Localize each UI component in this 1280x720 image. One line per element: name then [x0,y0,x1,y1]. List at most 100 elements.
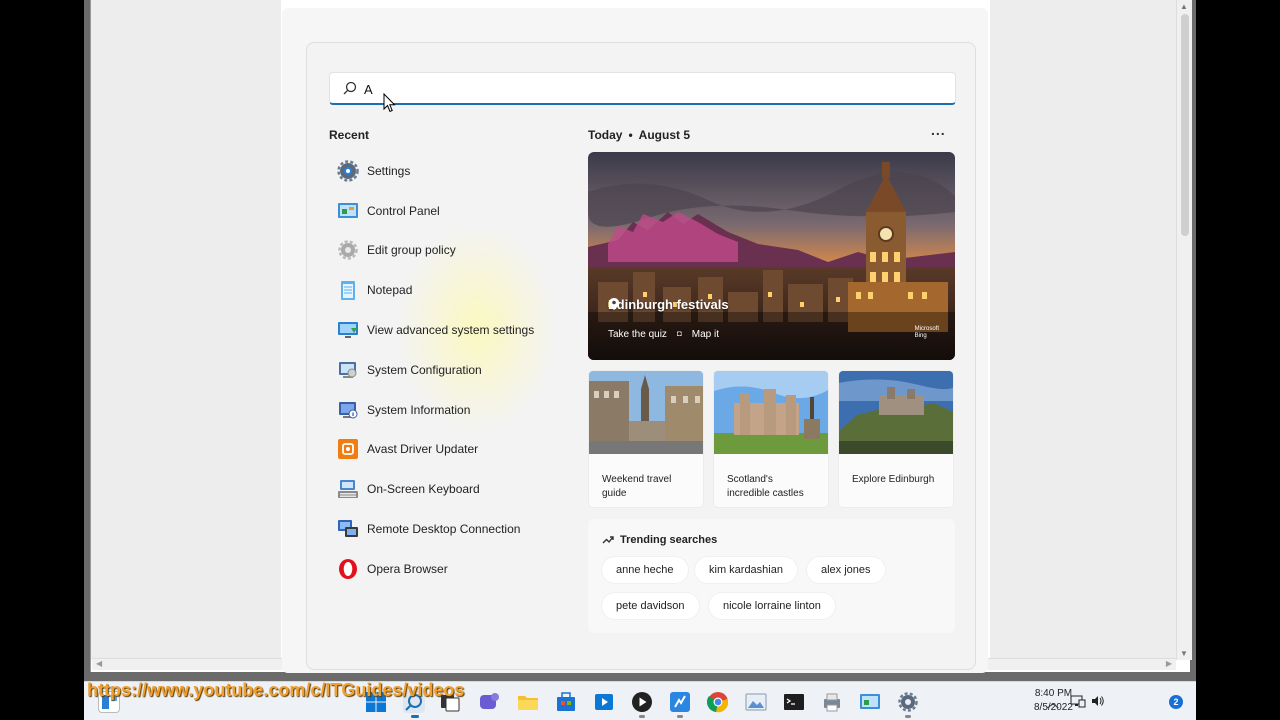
trending-chip[interactable]: pete davidson [602,593,699,619]
story-cards: Weekend travel guide Scotland's incredib… [588,370,955,508]
volume-icon[interactable] [1091,694,1105,711]
printer-icon[interactable] [821,691,843,713]
edinburgh-castle-image [839,371,953,454]
clock-date: 8/5/2022 [1034,702,1073,713]
background-window-right-area [990,0,1190,660]
recent-item-opera-browser[interactable]: Opera Browser [329,549,569,589]
recent-item-label: View advanced system settings [367,323,535,338]
recent-item-label: Notepad [367,283,413,298]
recent-item-label: Opera Browser [367,561,448,576]
trending-chip[interactable]: anne heche [602,557,688,583]
scroll-up-icon[interactable]: ▲ [1180,2,1188,11]
system-settings-icon [337,319,359,341]
left-letterbox [0,0,84,720]
scroll-right-icon[interactable]: ▶ [1166,659,1172,668]
mouse-cursor-icon [383,93,396,113]
hero-links: Take the quiz ◘ Map it [608,329,719,340]
media-player-icon[interactable] [593,691,615,713]
running-indicator [677,715,683,718]
recent-item-label: System Information [367,402,471,417]
vertical-scrollbar[interactable]: ▲ ▼ [1176,0,1192,660]
castle-image [714,371,828,454]
scrollbar-thumb[interactable] [1181,14,1189,236]
active-indicator [411,715,419,718]
recent-item-settings[interactable]: Settings [329,151,569,191]
trending-searches-panel: Trending searches anne heche kim kardash… [588,519,955,633]
separator-dot: • [628,128,633,142]
street-image [589,371,703,454]
quick-assist-icon[interactable] [669,691,691,713]
today-date: August 5 [638,128,690,142]
trending-chip[interactable]: alex jones [807,557,885,583]
recent-item-view-advanced-system-settings[interactable]: View advanced system settings [329,310,569,350]
search-input[interactable] [364,77,934,101]
background-window-left-area [91,0,281,660]
trending-heading: Trending searches [602,534,717,546]
today-header: Today • August 5 [588,128,690,142]
scroll-down-icon[interactable]: ▼ [1180,649,1188,658]
hero-title[interactable]: Edinburgh festivals [608,297,729,312]
terminal-icon[interactable] [783,691,805,713]
right-letterbox [1196,0,1280,720]
control-panel-taskbar-icon[interactable] [859,691,881,713]
recent-list: Settings Control Panel Edit group policy… [329,151,569,589]
video-player-icon[interactable] [631,691,653,713]
notepad-icon [337,279,359,301]
take-the-quiz-link[interactable]: Take the quiz [608,329,667,340]
more-options-button[interactable]: ... [931,122,946,138]
photos-icon[interactable] [745,691,767,713]
recent-item-remote-desktop-connection[interactable]: Remote Desktop Connection [329,509,569,549]
clock-time: 8:40 PM [1034,688,1073,699]
opera-icon [337,558,359,580]
control-panel-icon [337,200,359,222]
map-icon: ◘ [676,329,682,338]
trending-chip[interactable]: kim kardashian [695,557,797,583]
trending-heading-text: Trending searches [620,534,718,546]
recent-item-system-information[interactable]: System Information [329,390,569,430]
recent-item-avast-driver-updater[interactable]: Avast Driver Updater [329,430,569,470]
remote-desktop-icon [337,518,359,540]
microsoft-store-icon[interactable] [555,691,577,713]
keyboard-icon [337,478,359,500]
settings-taskbar-icon[interactable] [897,691,919,713]
system-clock[interactable]: 8:40 PM 8/5/2022 [1034,687,1073,715]
recent-item-label: Avast Driver Updater [367,442,479,457]
search-icon [343,81,357,95]
gear-icon [337,160,359,182]
notification-badge[interactable]: 2 [1169,695,1183,709]
recent-heading: Recent [329,128,370,142]
card-scotlands-incredible-castles[interactable]: Scotland's incredible castles [713,370,829,508]
scroll-left-icon[interactable]: ◀ [96,659,102,668]
brand-line2: Bing [914,333,927,339]
recent-item-label: Settings [367,163,411,178]
teams-chat-icon[interactable] [478,691,500,713]
card-label: Weekend travel guide [602,474,672,499]
search-panel: Recent Settings Control Panel Edit group… [306,42,976,670]
microsoft-bing-logo: Microsoft Bing [915,326,939,340]
map-it-link[interactable]: Map it [692,329,719,340]
file-explorer-icon[interactable] [517,691,539,713]
running-indicator [905,715,911,718]
recent-item-edit-group-policy[interactable]: Edit group policy [329,231,569,271]
trending-chip[interactable]: nicole lorraine linton [709,593,835,619]
card-explore-edinburgh[interactable]: Explore Edinburgh [838,370,954,508]
hero-card-edinburgh[interactable]: Edinburgh festivals Take the quiz ◘ Map … [588,152,955,360]
chrome-icon[interactable] [706,691,729,713]
recent-item-control-panel[interactable]: Control Panel [329,191,569,231]
recent-item-label: Edit group policy [367,243,456,258]
running-indicator [639,715,645,718]
today-label: Today [588,128,623,142]
location-pin-icon [609,298,619,310]
group-policy-icon [337,239,359,261]
card-label: Scotland's incredible castles [727,474,804,499]
brand-line1: Microsoft [914,326,939,332]
system-information-icon [337,399,359,421]
avast-icon [337,438,359,460]
recent-item-system-configuration[interactable]: System Configuration [329,350,569,390]
recent-item-on-screen-keyboard[interactable]: On-Screen Keyboard [329,469,569,509]
card-weekend-travel-guide[interactable]: Weekend travel guide [588,370,704,508]
recent-item-notepad[interactable]: Notepad [329,270,569,310]
recent-item-label: Control Panel [367,203,440,218]
system-configuration-icon [337,359,359,381]
search-box[interactable] [329,72,956,105]
